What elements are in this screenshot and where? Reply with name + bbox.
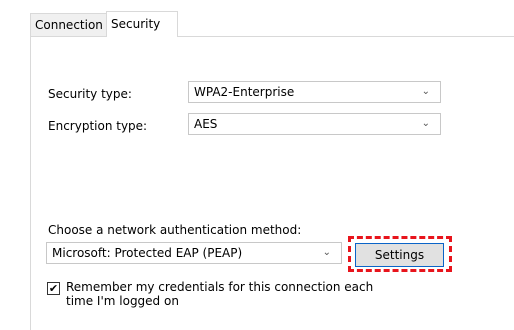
chevron-down-icon: ⌄ [421, 86, 430, 97]
remember-line-1: Remember my credentials for this connect… [66, 280, 374, 294]
remember-line-2: time I'm logged on [66, 294, 179, 308]
remember-credentials-label[interactable]: Remember my credentials for this connect… [66, 280, 373, 308]
tab-security[interactable]: Security [106, 11, 178, 37]
chevron-down-icon: ⌄ [322, 247, 331, 258]
chevron-down-icon: ⌄ [421, 118, 430, 129]
settings-button[interactable]: Settings [355, 243, 444, 267]
tab-connection[interactable]: Connection [30, 13, 112, 36]
remember-credentials-checkbox[interactable]: ✔ [47, 282, 60, 295]
encryption-type-value: AES [194, 117, 218, 131]
encryption-type-dropdown[interactable]: AES ⌄ [188, 113, 441, 135]
encryption-type-label: Encryption type: [48, 119, 148, 133]
checkmark-icon: ✔ [48, 282, 59, 295]
security-type-label: Security type: [48, 87, 132, 101]
auth-method-label: Choose a network authentication method: [48, 223, 302, 237]
auth-method-value: Microsoft: Protected EAP (PEAP) [52, 246, 243, 260]
security-type-dropdown[interactable]: WPA2-Enterprise ⌄ [188, 81, 441, 103]
security-type-value: WPA2-Enterprise [194, 85, 295, 99]
auth-method-dropdown[interactable]: Microsoft: Protected EAP (PEAP) ⌄ [46, 242, 342, 264]
